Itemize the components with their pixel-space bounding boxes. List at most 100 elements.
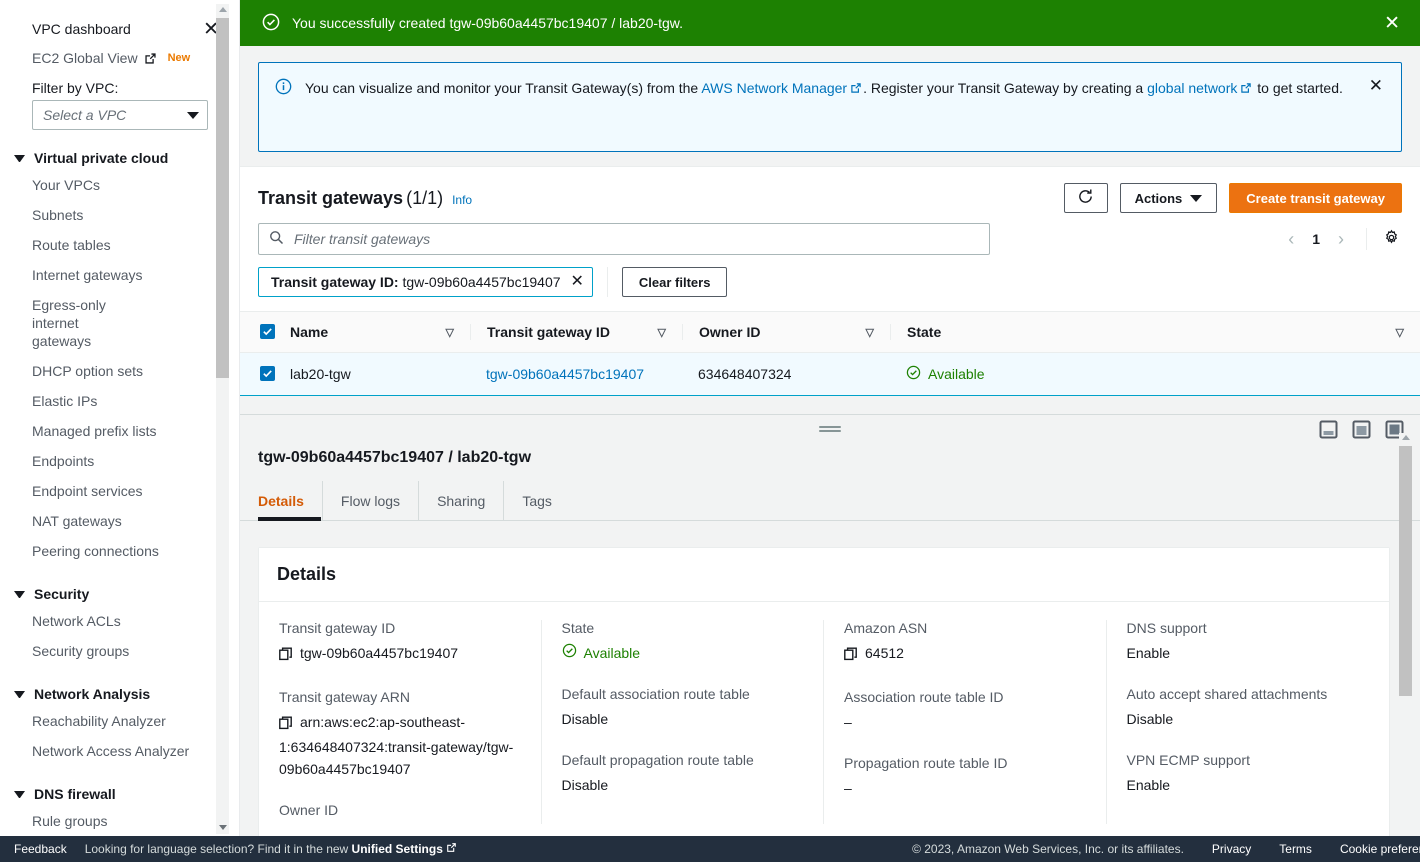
select-all-checkbox[interactable] <box>260 324 275 339</box>
sort-icon[interactable]: ▽ <box>866 326 874 339</box>
terms-link[interactable]: Terms <box>1279 842 1312 856</box>
sidebar-item-reachability-analyzer[interactable]: Reachability Analyzer <box>0 706 239 736</box>
transit-gateways-table: Name ▽ Transit gateway ID ▽ Owner ID ▽ S… <box>240 311 1420 396</box>
clear-filters-button[interactable]: Clear filters <box>621 267 728 297</box>
column-label: Transit gateway ID <box>487 324 610 340</box>
close-icon[interactable]: ✕ <box>1365 77 1387 137</box>
scroll-up-arrow-icon[interactable] <box>218 7 227 12</box>
cell-state: Available <box>890 352 1420 396</box>
external-link-icon <box>1240 82 1253 95</box>
close-icon[interactable]: ✕ <box>1380 14 1404 33</box>
split-panel-size-controls <box>1319 415 1404 443</box>
actions-button[interactable]: Actions <box>1119 183 1218 213</box>
sidebar-item-internet-gateways[interactable]: Internet gateways <box>0 260 239 290</box>
pagination: ‹ 1 › <box>1280 228 1402 250</box>
sidebar-item-security-groups[interactable]: Security groups <box>0 636 239 666</box>
split-panel-drag-handle[interactable] <box>819 424 841 434</box>
nav-content: VPC dashboard ✕ EC2 Global View New Filt… <box>0 0 239 836</box>
split-panel-scroll-thumb[interactable] <box>1399 446 1412 696</box>
sidebar-item-vpc-dashboard[interactable]: VPC dashboard <box>32 21 131 37</box>
nav-group-network-analysis[interactable]: Network Analysis <box>0 686 239 702</box>
sidebar-item-your-vpcs[interactable]: Your VPCs <box>0 170 239 200</box>
transit-gateway-id-link[interactable]: tgw-09b60a4457bc19407 <box>470 366 644 382</box>
check-circle-icon <box>562 642 577 664</box>
search-box[interactable] <box>258 223 990 255</box>
field-label: Auto accept shared attachments <box>1126 686 1328 702</box>
gear-icon[interactable] <box>1381 229 1402 249</box>
sidebar-item-route-tables[interactable]: Route tables <box>0 230 239 260</box>
vpc-select[interactable]: Select a VPC <box>32 100 208 130</box>
copy-icon[interactable] <box>279 645 293 667</box>
copy-icon[interactable] <box>279 714 293 736</box>
sidebar-item-subnets[interactable]: Subnets <box>0 200 239 230</box>
filter-token-transit-gateway-id[interactable]: Transit gateway ID: tgw-09b60a4457bc1940… <box>258 267 593 297</box>
details-column-1: Transit gateway ID tgw-09b60a4457bc19407 <box>259 620 542 824</box>
sort-icon[interactable]: ▽ <box>658 326 666 339</box>
sidebar-item-egress-only-internet-gateways[interactable]: Egress-only internet gateways <box>0 290 150 356</box>
sidebar-item-endpoints[interactable]: Endpoints <box>0 446 239 476</box>
sidebar-item-network-acls[interactable]: Network ACLs <box>0 606 239 636</box>
tab-tags[interactable]: Tags <box>504 481 570 520</box>
table-head: Name ▽ Transit gateway ID ▽ Owner ID ▽ S… <box>240 311 1420 353</box>
row-checkbox[interactable] <box>260 366 275 381</box>
field-label: Default association route table <box>561 686 750 702</box>
column-header-owner-id[interactable]: Owner ID ▽ <box>682 311 890 353</box>
column-header-transit-gateway-id[interactable]: Transit gateway ID ▽ <box>470 311 682 353</box>
privacy-link[interactable]: Privacy <box>1212 842 1251 856</box>
column-header-state[interactable]: State ▽ <box>890 311 1420 353</box>
sidebar-item-network-access-analyzer[interactable]: Network Access Analyzer <box>0 736 239 766</box>
split-panel-tabs: Details Flow logs Sharing Tags <box>240 481 1420 521</box>
sidebar-item-endpoint-services[interactable]: Endpoint services <box>0 476 239 506</box>
nav-group-label: DNS firewall <box>34 786 116 802</box>
sort-icon[interactable]: ▽ <box>1396 326 1404 339</box>
nav-group-security[interactable]: Security <box>0 586 239 602</box>
cell-transit-gateway-id: tgw-09b60a4457bc19407 <box>470 352 682 396</box>
sidebar-item-managed-prefix-lists[interactable]: Managed prefix lists <box>0 416 239 446</box>
sidebar-scrollbar[interactable] <box>216 4 229 834</box>
field-label: Transit gateway ARN <box>279 689 410 705</box>
global-network-link[interactable]: global network <box>1147 80 1237 96</box>
field-amazon-asn: Amazon ASN 64512 <box>844 620 1086 667</box>
tab-flow-logs[interactable]: Flow logs <box>323 481 420 520</box>
search-icon <box>269 230 284 248</box>
info-link[interactable]: Info <box>452 193 472 207</box>
page-number[interactable]: 1 <box>1306 231 1326 247</box>
unified-settings-link[interactable]: Unified Settings <box>352 842 443 856</box>
search-input[interactable] <box>292 230 979 248</box>
sidebar-item-dhcp-option-sets[interactable]: DHCP option sets <box>0 356 239 386</box>
cookie-preferences-link[interactable]: Cookie preferences <box>1340 842 1420 856</box>
feedback-link[interactable]: Feedback <box>14 842 67 856</box>
nav-group-virtual-private-cloud[interactable]: Virtual private cloud <box>0 150 239 166</box>
sidebar-item-ec2-global-view[interactable]: EC2 Global View New <box>0 44 239 72</box>
aws-network-manager-link[interactable]: AWS Network Manager <box>701 80 847 96</box>
split-panel-medium-icon[interactable] <box>1352 420 1371 439</box>
sort-icon[interactable]: ▽ <box>446 326 454 339</box>
table-row[interactable]: lab20-tgw tgw-09b60a4457bc19407 63464840… <box>240 352 1420 396</box>
refresh-icon <box>1077 188 1094 208</box>
chevron-down-icon <box>14 154 25 162</box>
nav-group-dns-firewall[interactable]: DNS firewall <box>0 786 239 802</box>
field-state: State Available <box>562 620 804 664</box>
copy-icon[interactable] <box>844 645 858 667</box>
nav-group-label: Virtual private cloud <box>34 150 169 166</box>
scroll-down-arrow-icon[interactable] <box>218 825 227 830</box>
tab-sharing[interactable]: Sharing <box>419 481 505 520</box>
split-panel-scrollbar[interactable] <box>1399 433 1412 834</box>
refresh-button[interactable] <box>1063 183 1108 213</box>
remove-filter-icon[interactable]: ✕ <box>571 274 584 290</box>
sidebar-item-nat-gateways[interactable]: NAT gateways <box>0 506 239 536</box>
create-transit-gateway-button[interactable]: Create transit gateway <box>1229 183 1402 213</box>
field-propagation-route-table-id: Propagation route table ID – <box>844 755 1086 799</box>
previous-page-icon[interactable]: ‹ <box>1280 229 1302 250</box>
scroll-up-arrow-icon[interactable] <box>1401 435 1410 440</box>
field-value: Enable <box>1126 777 1171 793</box>
sidebar-item-peering-connections[interactable]: Peering connections <box>0 536 239 566</box>
field-transit-gateway-id: Transit gateway ID tgw-09b60a4457bc19407 <box>279 620 521 667</box>
column-header-name[interactable]: Name ▽ <box>290 311 470 353</box>
sidebar-scroll-thumb[interactable] <box>216 18 229 378</box>
split-panel-bottom-icon[interactable] <box>1319 420 1338 439</box>
sidebar-item-elastic-ips[interactable]: Elastic IPs <box>0 386 239 416</box>
tab-details[interactable]: Details <box>258 481 323 521</box>
sidebar-item-rule-groups[interactable]: Rule groups <box>0 806 239 836</box>
next-page-icon[interactable]: › <box>1330 229 1352 250</box>
